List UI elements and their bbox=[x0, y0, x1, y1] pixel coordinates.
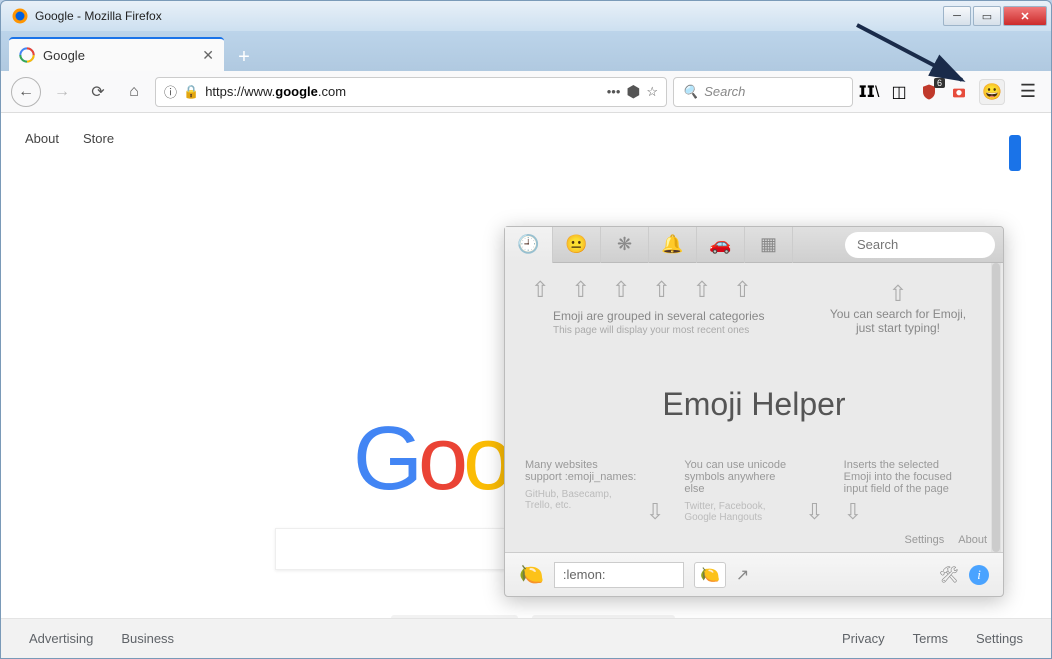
minimize-button[interactable]: ─ bbox=[943, 6, 971, 26]
tab-objects[interactable]: 🔔 bbox=[649, 227, 697, 263]
tab-google[interactable]: Google ✕ bbox=[9, 37, 224, 71]
ublock-icon[interactable]: 6 bbox=[919, 82, 939, 102]
footer-business[interactable]: Business bbox=[121, 631, 174, 646]
search-placeholder: Search bbox=[704, 84, 745, 99]
tab-places[interactable]: 🚗 bbox=[697, 227, 745, 263]
up-arrow-icon: ⇧ bbox=[571, 277, 589, 303]
emoji-extension-button[interactable]: 😀 bbox=[979, 79, 1005, 105]
url-bar[interactable]: ⓘ 🔒 https://www.google.com ••• ⬢ ☆ bbox=[155, 77, 667, 107]
col3-text: Inserts the selected Emoji into the focu… bbox=[844, 459, 955, 495]
window-titlebar: Google - Mozilla Firefox ─ ▭ ✕ bbox=[1, 1, 1051, 31]
emoji-panel-title: Emoji Helper bbox=[525, 386, 983, 423]
forward-button: → bbox=[47, 77, 77, 107]
up-arrow-icon: ⇧ bbox=[652, 277, 670, 303]
up-arrow-icon: ⇧ bbox=[733, 277, 751, 303]
google-footer: Advertising Business Privacy Terms Setti… bbox=[1, 618, 1051, 658]
home-button[interactable]: ⌂ bbox=[119, 77, 149, 107]
emoji-search-input[interactable] bbox=[845, 232, 995, 258]
up-arrow-icon: ⇧ bbox=[612, 277, 630, 303]
col1-sub: GitHub, Basecamp, Trello, etc. bbox=[525, 489, 636, 511]
panel-about-link[interactable]: About bbox=[958, 534, 987, 546]
panel-settings-link[interactable]: Settings bbox=[905, 534, 945, 546]
info-icon[interactable]: i bbox=[969, 565, 989, 585]
nav-store[interactable]: Store bbox=[83, 131, 114, 146]
firefox-icon bbox=[11, 7, 29, 25]
tab-symbols[interactable]: ▦ bbox=[745, 227, 793, 263]
tab-strip: Google ✕ + bbox=[1, 31, 1051, 71]
browser-toolbar: ← → ⟳ ⌂ ⓘ 🔒 https://www.google.com ••• ⬢… bbox=[1, 71, 1051, 113]
back-button[interactable]: ← bbox=[11, 77, 41, 107]
page-content: About Store Google Google Search I'm Fee… bbox=[1, 113, 1051, 620]
emoji-panel-footer: 🍋 🍋 ↗ 🛠 i bbox=[505, 552, 1003, 596]
nav-about[interactable]: About bbox=[25, 131, 59, 146]
tab-close-icon[interactable]: ✕ bbox=[202, 47, 214, 64]
bookmark-star-icon[interactable]: ☆ bbox=[646, 84, 658, 100]
col1-text: Many websites support :emoji_names: bbox=[525, 459, 636, 483]
camera-icon[interactable] bbox=[949, 82, 969, 102]
reload-button[interactable]: ⟳ bbox=[83, 77, 113, 107]
sign-in-button[interactable] bbox=[1009, 135, 1021, 171]
close-button[interactable]: ✕ bbox=[1003, 6, 1047, 26]
new-tab-button[interactable]: + bbox=[230, 43, 258, 71]
footer-privacy[interactable]: Privacy bbox=[842, 631, 885, 646]
up-arrow-icon: ⇧ bbox=[531, 277, 549, 303]
emoji-helper-panel: 🕘 😐 ❋ 🔔 🚗 ▦ ⇧ ⇧ ⇧ ⇧ ⇧ ⇧ Emoji are gr bbox=[504, 226, 1004, 597]
tab-label: Google bbox=[43, 48, 85, 63]
tab-nature[interactable]: ❋ bbox=[601, 227, 649, 263]
tab-people[interactable]: 😐 bbox=[553, 227, 601, 263]
emoji-category-tabs: 🕘 😐 ❋ 🔔 🚗 ▦ bbox=[505, 227, 1003, 263]
pocket-icon[interactable]: ⬢ bbox=[626, 82, 640, 102]
sidebar-icon[interactable]: ◫ bbox=[889, 82, 909, 102]
up-arrow-icon: ⇧ bbox=[693, 277, 711, 303]
col2-text: You can use unicode symbols anywhere els… bbox=[684, 459, 795, 495]
tab-recent[interactable]: 🕘 bbox=[505, 227, 553, 263]
site-info-icon[interactable]: ⓘ bbox=[164, 82, 177, 101]
emoji-code-input[interactable] bbox=[554, 562, 684, 588]
panel-scrollbar[interactable] bbox=[991, 263, 1001, 552]
library-icon[interactable]: 𝗜𝗜\ bbox=[859, 82, 879, 102]
up-arrow-icon: ⇧ bbox=[823, 281, 973, 307]
google-favicon-icon bbox=[19, 47, 35, 63]
maximize-button[interactable]: ▭ bbox=[973, 6, 1001, 26]
emoji-preview: 🍋 bbox=[519, 562, 544, 587]
footer-advertising[interactable]: Advertising bbox=[29, 631, 93, 646]
col2-sub: Twitter, Facebook, Google Hangouts bbox=[684, 501, 795, 523]
down-arrow-icon: ⇩ bbox=[646, 499, 664, 525]
page-actions-icon[interactable]: ••• bbox=[607, 84, 621, 99]
lock-icon: 🔒 bbox=[183, 84, 199, 100]
footer-settings[interactable]: Settings bbox=[976, 631, 1023, 646]
emoji-copy-button[interactable]: 🍋 bbox=[694, 562, 726, 588]
browser-search-bar[interactable]: 🔍 Search bbox=[673, 77, 853, 107]
footer-terms[interactable]: Terms bbox=[913, 631, 948, 646]
hint-search: You can search for Emoji, just start typ… bbox=[823, 307, 973, 335]
window-title: Google - Mozilla Firefox bbox=[35, 9, 162, 23]
down-arrow-icon: ⇩ bbox=[805, 499, 823, 525]
tools-icon[interactable]: 🛠 bbox=[939, 565, 959, 585]
search-icon: 🔍 bbox=[682, 84, 698, 100]
url-text: https://www.google.com bbox=[205, 84, 346, 99]
share-icon[interactable]: ↗ bbox=[736, 565, 749, 585]
menu-button[interactable]: ☰ bbox=[1015, 81, 1041, 102]
down-arrow-icon: ⇩ bbox=[844, 499, 862, 525]
ublock-badge: 6 bbox=[934, 78, 945, 88]
